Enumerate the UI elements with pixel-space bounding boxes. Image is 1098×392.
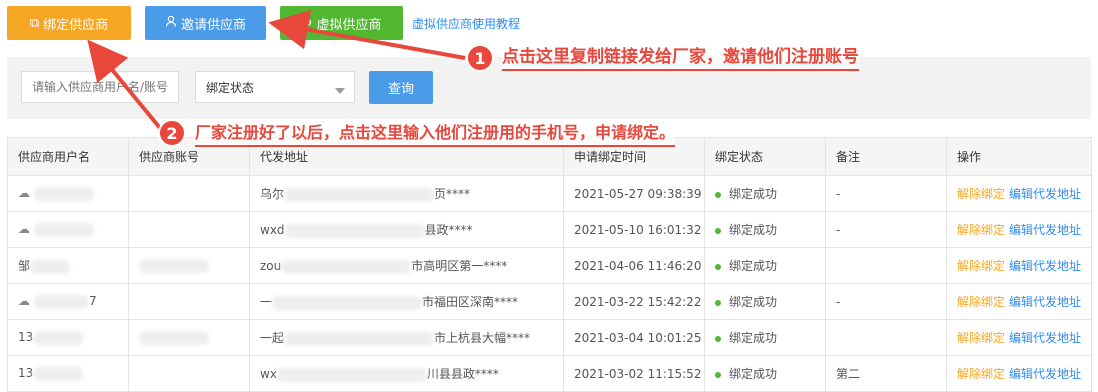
annotation-arrow-2 xyxy=(87,39,162,130)
annotation-text-1: 点击这里复制链接发给厂家，邀请他们注册账号 xyxy=(502,42,859,71)
annotation-number-1: 1 xyxy=(466,44,494,72)
annotation-arrow-1 xyxy=(268,9,466,60)
annotation-text-2: 厂家注册好了以后，点击这里输入他们注册用的手机号，申请绑定。 xyxy=(195,119,676,147)
annotation-number-2: 2 xyxy=(158,119,186,147)
